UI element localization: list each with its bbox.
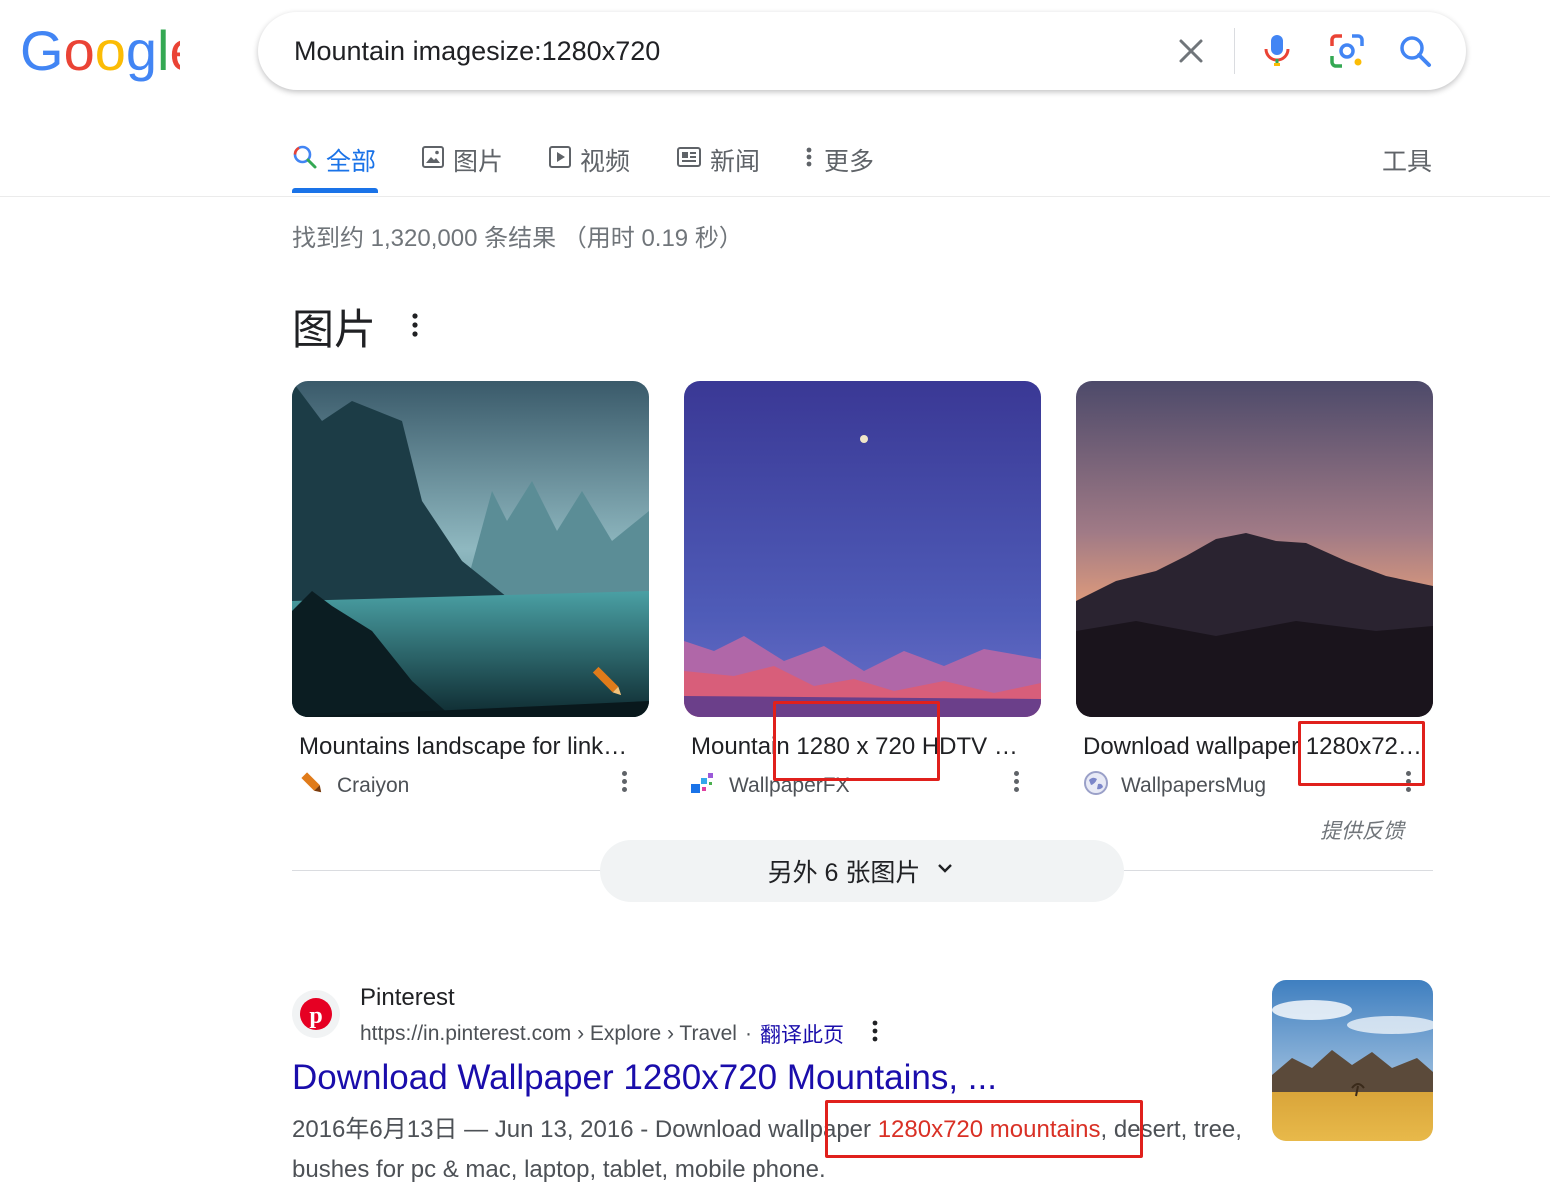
section-menu-icon[interactable] <box>405 308 425 342</box>
search-icon <box>292 144 318 177</box>
result-more-icon[interactable] <box>870 1018 880 1050</box>
result-title-link[interactable]: Download Wallpaper 1280x720 Mountains, .… <box>292 1058 997 1098</box>
tab-more[interactable]: 更多 <box>802 140 874 180</box>
result-thumbnail[interactable] <box>1272 980 1433 1141</box>
result-stats: 找到约 1,320,000 条结果 （用时 0.19 秒） <box>292 225 743 252</box>
image-more-icon[interactable] <box>616 768 632 798</box>
more-images-label: 另外 6 张图片 <box>767 859 921 887</box>
craiyon-pencil-icon <box>299 770 325 802</box>
image-more-icon[interactable] <box>1008 768 1024 798</box>
translate-link[interactable]: 翻译此页 <box>760 1019 844 1049</box>
source-label: Craiyon <box>337 774 410 797</box>
snippet-pre: 2016年6月13日 — Jun 13, 2016 - Download wal… <box>292 1116 878 1143</box>
tab-label: 图片 <box>453 148 504 176</box>
image-icon <box>421 145 445 176</box>
play-icon <box>548 145 572 176</box>
images-section-title: 图片 <box>292 306 377 353</box>
search-input[interactable] <box>294 32 1154 70</box>
search-icon[interactable] <box>1394 30 1436 72</box>
image-title-3[interactable]: Download wallpaper 1280x720 mountain <box>1083 733 1423 761</box>
tab-images[interactable]: 图片 <box>421 140 503 180</box>
camera-lens-icon[interactable] <box>1326 30 1368 72</box>
chevron-down-icon <box>934 857 956 886</box>
image-thumbnail-3[interactable] <box>1076 381 1433 717</box>
source-label: WallpaperFX <box>729 774 850 797</box>
microphone-icon[interactable] <box>1256 30 1298 72</box>
tools-button[interactable]: 工具 <box>1382 140 1432 180</box>
image-title-1[interactable]: Mountains landscape for linkedin banner … <box>299 733 639 761</box>
tab-news[interactable]: 新闻 <box>676 140 760 180</box>
search-box <box>258 12 1466 90</box>
tab-videos[interactable]: 视频 <box>548 140 630 180</box>
tab-label: 更多 <box>824 148 875 176</box>
wallpaperfx-logo-icon <box>691 770 717 802</box>
svg-text:Google: Google <box>20 22 180 82</box>
image-thumbnail-1[interactable] <box>292 381 649 717</box>
image-more-icon[interactable] <box>1400 768 1416 798</box>
more-images-button[interactable]: 另外 6 张图片 <box>600 840 1124 902</box>
image-title-2[interactable]: Mountain 1280 x 720 HDTV Wallpaper <box>691 733 1031 761</box>
image-source-1[interactable]: Craiyon <box>299 770 409 802</box>
tab-label: 新闻 <box>710 148 761 176</box>
tab-all[interactable]: 全部 <box>292 140 376 180</box>
result-snippet: 2016年6月13日 — Jun 13, 2016 - Download wal… <box>292 1110 1242 1190</box>
source-label: WallpapersMug <box>1121 774 1267 797</box>
google-logo[interactable]: Google <box>20 19 201 82</box>
tab-label: 全部 <box>326 148 377 176</box>
search-divider <box>1234 28 1235 74</box>
tab-label: 视频 <box>580 148 631 176</box>
pinterest-favicon[interactable]: p <box>292 990 340 1038</box>
active-tab-indicator <box>292 188 378 193</box>
result-url-row: https://in.pinterest.com › Explore › Tra… <box>360 1018 880 1050</box>
image-source-3[interactable]: WallpapersMug <box>1083 770 1266 802</box>
tabs-divider <box>0 196 1550 197</box>
image-thumbnail-2[interactable] <box>684 381 1041 717</box>
result-url[interactable]: https://in.pinterest.com › Explore › Tra… <box>360 1022 737 1046</box>
divider-right <box>1124 870 1433 871</box>
clear-icon[interactable] <box>1170 30 1212 72</box>
feedback-link[interactable]: 提供反馈 <box>1320 815 1404 845</box>
svg-text:p: p <box>309 1003 322 1029</box>
snippet-highlight: 1280x720 mountains <box>877 1116 1101 1143</box>
globe-icon <box>1083 770 1109 802</box>
more-vert-icon <box>802 145 816 176</box>
divider-left <box>292 870 602 871</box>
separator: · <box>744 1022 752 1045</box>
tools-label: 工具 <box>1382 148 1433 176</box>
image-source-2[interactable]: WallpaperFX <box>691 770 850 802</box>
news-icon <box>676 145 702 176</box>
result-site-name: Pinterest <box>360 984 455 1011</box>
